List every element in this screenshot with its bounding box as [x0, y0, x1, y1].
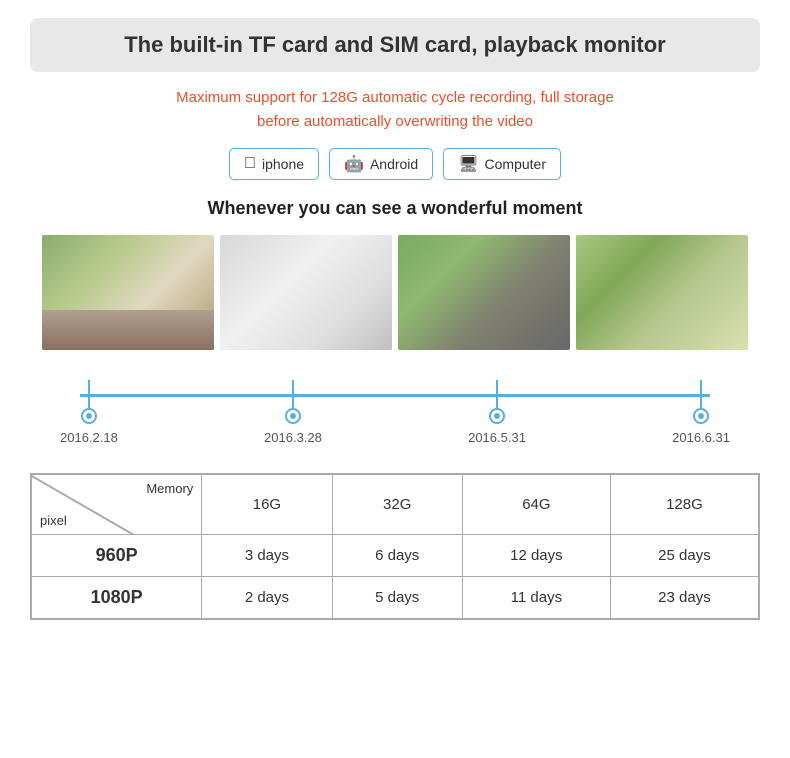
subtitle: Maximum support for 128G automatic cycle…	[30, 86, 760, 134]
1080p-64g: 11 days	[462, 577, 610, 619]
table-col-32g: 32G	[332, 475, 462, 535]
timeline: 2016.2.18 2016.3.28 2016.5.31 2016.6.31	[40, 350, 750, 455]
header-banner: The built-in TF card and SIM card, playb…	[30, 18, 760, 72]
1080p-32g: 5 days	[332, 577, 462, 619]
timeline-connector-1	[88, 380, 90, 408]
computer-button[interactable]: 🖥 Computer	[443, 148, 561, 180]
1080p-16g: 2 days	[202, 577, 332, 619]
pixel-960p-label: 960P	[32, 535, 202, 577]
timeline-items: 2016.2.18 2016.3.28 2016.5.31 2016.6.31	[60, 380, 730, 445]
table-col-16g: 16G	[202, 475, 332, 535]
timeline-connector-3	[496, 380, 498, 408]
android-button[interactable]: 🤖 Android	[329, 148, 433, 180]
960p-16g: 3 days	[202, 535, 332, 577]
section-heading: Whenever you can see a wonderful moment	[30, 198, 760, 219]
timeline-item-4: 2016.6.31	[672, 380, 730, 445]
timeline-item-3: 2016.5.31	[468, 380, 526, 445]
timeline-dot-2	[285, 408, 301, 424]
subtitle-line2: before automatically overwriting the vid…	[257, 113, 533, 130]
storage-table-wrapper: Memory pixel 16G 32G 64G 128G 960P 3 day…	[30, 473, 760, 620]
timeline-date-3: 2016.5.31	[468, 430, 526, 445]
960p-64g: 12 days	[462, 535, 610, 577]
timeline-date-4: 2016.6.31	[672, 430, 730, 445]
header-memory: Memory	[146, 481, 193, 496]
timeline-item-2: 2016.3.28	[264, 380, 322, 445]
android-icon: 🤖	[344, 154, 364, 174]
table-header-row: Memory pixel 16G 32G 64G 128G	[32, 475, 759, 535]
pixel-1080p-label: 1080P	[32, 577, 202, 619]
timeline-item-1: 2016.2.18	[60, 380, 118, 445]
timeline-date-2: 2016.3.28	[264, 430, 322, 445]
apple-icon: 	[244, 155, 256, 173]
timeline-dot-4	[693, 408, 709, 424]
header-pixel: pixel	[40, 513, 67, 528]
timeline-connector-2	[292, 380, 294, 408]
photo-parking	[398, 235, 570, 350]
photo-clothing-store	[220, 235, 392, 350]
banner-title: The built-in TF card and SIM card, playb…	[124, 32, 666, 57]
1080p-128g: 23 days	[610, 577, 758, 619]
table-col-128g: 128G	[610, 475, 758, 535]
timeline-connector-4	[700, 380, 702, 408]
960p-32g: 6 days	[332, 535, 462, 577]
table-col-64g: 64G	[462, 475, 610, 535]
table-row-960p: 960P 3 days 6 days 12 days 25 days	[32, 535, 759, 577]
iphone-label: iphone	[262, 156, 304, 172]
storage-table: Memory pixel 16G 32G 64G 128G 960P 3 day…	[31, 474, 759, 619]
photos-row	[30, 235, 760, 350]
page-wrapper: The built-in TF card and SIM card, playb…	[0, 0, 790, 650]
timeline-dot-1	[81, 408, 97, 424]
platform-row:  iphone 🤖 Android 🖥 Computer	[30, 148, 760, 180]
timeline-dot-3	[489, 408, 505, 424]
android-label: Android	[370, 156, 418, 172]
subtitle-line1: Maximum support for 128G automatic cycle…	[176, 89, 614, 106]
computer-icon: 🖥	[458, 154, 478, 174]
table-corner-cell: Memory pixel	[32, 475, 202, 535]
table-row-1080p: 1080P 2 days 5 days 11 days 23 days	[32, 577, 759, 619]
computer-label: Computer	[485, 156, 546, 172]
iphone-button[interactable]:  iphone	[229, 148, 319, 180]
photo-living-room	[42, 235, 214, 350]
photo-landscape	[576, 235, 748, 350]
timeline-date-1: 2016.2.18	[60, 430, 118, 445]
960p-128g: 25 days	[610, 535, 758, 577]
